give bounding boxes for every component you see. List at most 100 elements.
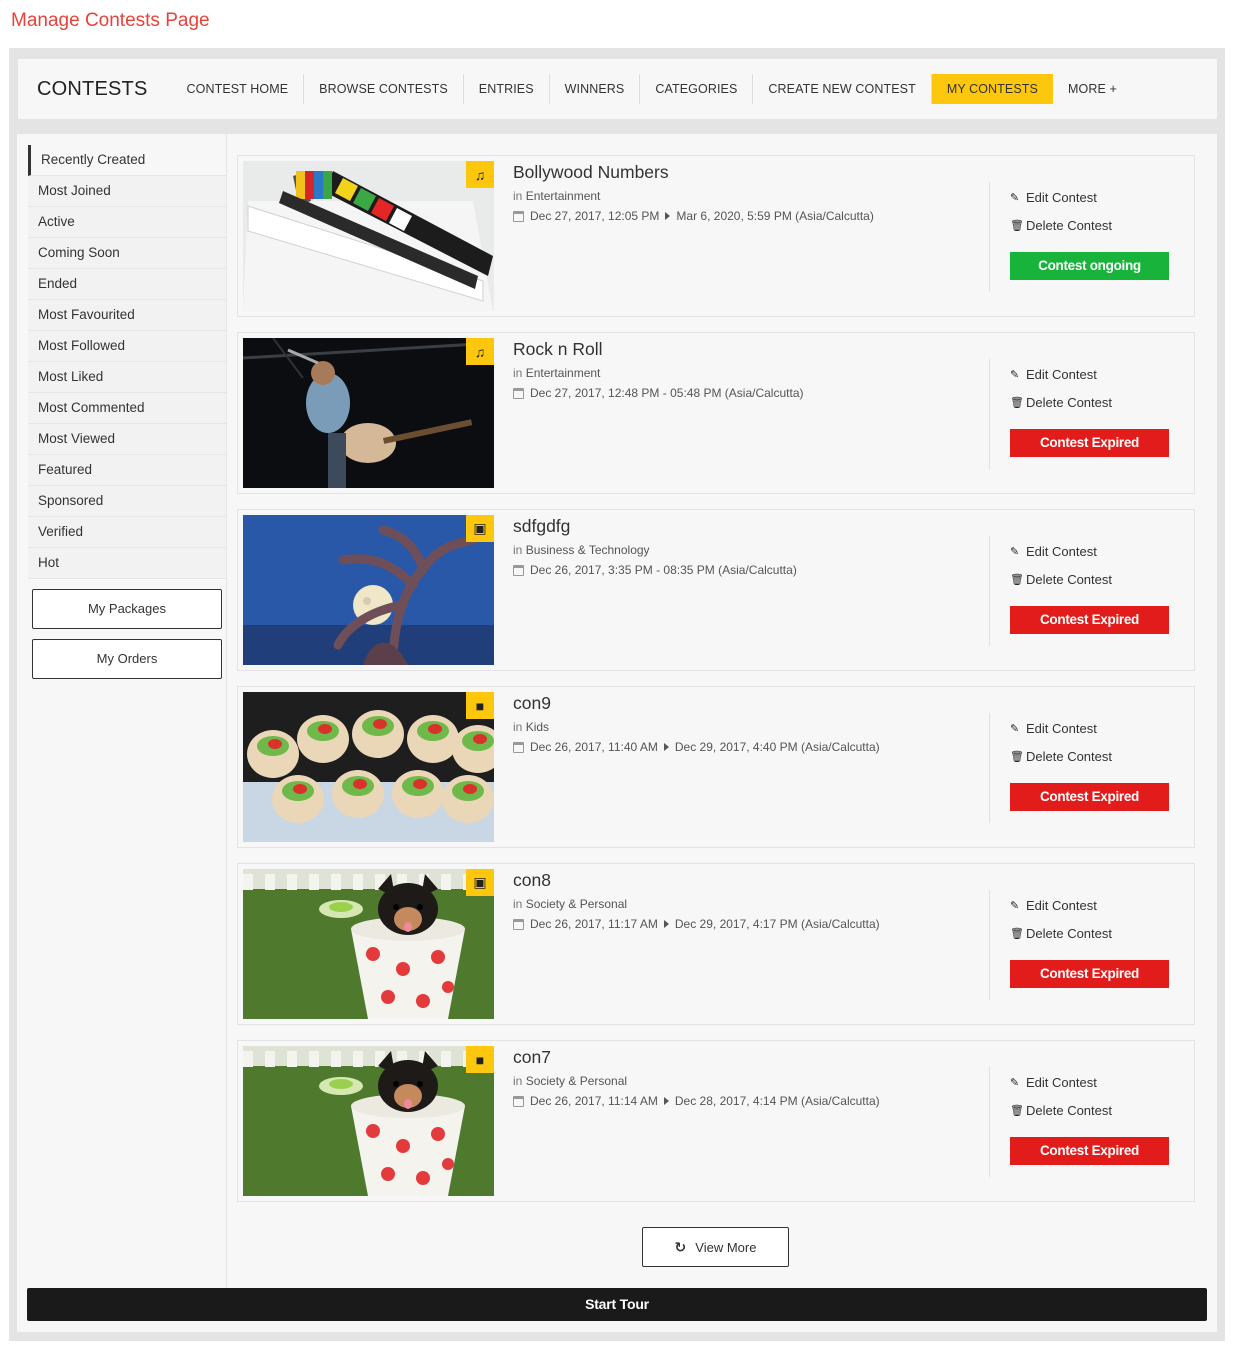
- sidebar-item-hot[interactable]: Hot: [28, 548, 226, 579]
- start-date: Dec 26, 2017, 3:35 PM: [530, 563, 653, 577]
- start-tour-button[interactable]: Start Tour: [27, 1288, 1207, 1321]
- nav-item-more[interactable]: MORE +: [1053, 74, 1132, 104]
- delete-contest-link[interactable]: 🗑 Delete Contest: [1010, 749, 1169, 777]
- contest-actions: ✎ Edit Contest 🗑 Delete Contest Contest …: [1010, 544, 1169, 634]
- end-date: Mar 6, 2020, 5:59 PM (Asia/Calcutta): [676, 209, 874, 223]
- delete-contest-label: Delete Contest: [1026, 1103, 1112, 1118]
- trash-icon: 🗑: [1010, 397, 1024, 409]
- contest-thumbnail[interactable]: ♫: [243, 161, 494, 311]
- category-link[interactable]: Business & Technology: [526, 543, 650, 557]
- nav-item-contest-home[interactable]: CONTEST HOME: [172, 74, 305, 104]
- calendar-icon: [513, 210, 524, 222]
- edit-contest-label: Edit Contest: [1026, 367, 1097, 382]
- sidebar-item-featured[interactable]: Featured: [28, 455, 226, 486]
- delete-contest-link[interactable]: 🗑 Delete Contest: [1010, 926, 1169, 954]
- contest-title[interactable]: con9: [513, 693, 880, 714]
- view-more-button[interactable]: ↻ View More: [642, 1227, 789, 1267]
- category-link[interactable]: Kids: [526, 720, 549, 734]
- contest-status-button[interactable]: Contest Expired: [1010, 783, 1169, 811]
- nav-item-my-contests[interactable]: MY CONTESTS: [931, 74, 1053, 104]
- sidebar-item-most-liked[interactable]: Most Liked: [28, 362, 226, 393]
- contest-dates: Dec 26, 2017, 11:14 AM Dec 28, 2017, 4:1…: [513, 1094, 880, 1108]
- arrow-right-icon: [663, 743, 669, 751]
- nav-item-winners[interactable]: WINNERS: [550, 74, 641, 104]
- contest-title[interactable]: Rock n Roll: [513, 339, 803, 360]
- contest-status-button[interactable]: Contest Expired: [1010, 1137, 1169, 1165]
- contest-status-button[interactable]: Contest ongoing: [1010, 252, 1169, 280]
- delete-contest-link[interactable]: 🗑 Delete Contest: [1010, 218, 1169, 246]
- contest-thumbnail[interactable]: ■: [243, 1046, 494, 1196]
- nav-item-browse-contests[interactable]: BROWSE CONTESTS: [304, 74, 464, 104]
- sidebar-item-sponsored[interactable]: Sponsored: [28, 486, 226, 517]
- edit-contest-link[interactable]: ✎ Edit Contest: [1010, 721, 1169, 749]
- category-prefix: in: [513, 189, 523, 203]
- start-date: Dec 27, 2017, 12:05 PM: [530, 209, 660, 223]
- contest-status-button[interactable]: Contest Expired: [1010, 429, 1169, 457]
- music-icon: ♫: [466, 338, 494, 365]
- nav-item-create-new-contest[interactable]: CREATE NEW CONTEST: [753, 74, 932, 104]
- contest-title[interactable]: con7: [513, 1047, 880, 1068]
- pencil-icon: ✎: [1010, 900, 1020, 912]
- category-link[interactable]: Society & Personal: [526, 897, 627, 911]
- sidebar-item-most-viewed[interactable]: Most Viewed: [28, 424, 226, 455]
- end-date: Dec 29, 2017, 4:17 PM (Asia/Calcutta): [674, 917, 880, 931]
- contest-title[interactable]: sdfgdfg: [513, 516, 797, 537]
- brand-title[interactable]: CONTESTS: [37, 78, 148, 101]
- nav-item-categories[interactable]: CATEGORIES: [640, 74, 754, 104]
- contest-title[interactable]: con8: [513, 870, 880, 891]
- contest-title[interactable]: Bollywood Numbers: [513, 162, 874, 183]
- sidebar-item-most-joined[interactable]: Most Joined: [28, 176, 226, 207]
- contest-dates: Dec 27, 2017, 12:48 PM - 05:48 PM (Asia/…: [513, 386, 803, 400]
- category-link[interactable]: Entertainment: [526, 366, 601, 380]
- contest-dates: Dec 26, 2017, 3:35 PM - 08:35 PM (Asia/C…: [513, 563, 797, 577]
- contest-info: con8 in Society & Personal Dec 26, 2017,…: [513, 870, 880, 931]
- card-divider: [989, 359, 990, 469]
- contest-thumbnail[interactable]: ▣: [243, 869, 494, 1019]
- trash-icon: 🗑: [1010, 928, 1024, 940]
- contest-info: Rock n Roll in Entertainment Dec 27, 201…: [513, 339, 803, 400]
- my-packages-button[interactable]: My Packages: [32, 589, 222, 629]
- sidebar-item-most-followed[interactable]: Most Followed: [28, 331, 226, 362]
- contest-status-button[interactable]: Contest Expired: [1010, 960, 1169, 988]
- edit-contest-link[interactable]: ✎ Edit Contest: [1010, 898, 1169, 926]
- start-date: Dec 26, 2017, 11:17 AM: [530, 917, 658, 931]
- contest-info: con9 in Kids Dec 26, 2017, 11:40 AM Dec …: [513, 693, 880, 754]
- card-divider: [989, 713, 990, 823]
- calendar-icon: [513, 387, 524, 399]
- edit-contest-label: Edit Contest: [1026, 1075, 1097, 1090]
- edit-contest-link[interactable]: ✎ Edit Contest: [1010, 190, 1169, 218]
- delete-contest-link[interactable]: 🗑 Delete Contest: [1010, 1103, 1169, 1131]
- delete-contest-link[interactable]: 🗑 Delete Contest: [1010, 572, 1169, 600]
- trash-icon: 🗑: [1010, 574, 1024, 586]
- category-link[interactable]: Entertainment: [526, 189, 601, 203]
- sidebar: Recently Created Most Joined Active Coming …: [28, 145, 226, 679]
- contest-category: in Kids: [513, 720, 880, 734]
- contest-thumbnail[interactable]: ♫: [243, 338, 494, 488]
- contest-card: ▣ sdfgdfg in Business & Technology Dec 2…: [237, 509, 1195, 671]
- sidebar-item-recently-created[interactable]: Recently Created: [28, 145, 226, 176]
- category-prefix: in: [513, 1074, 523, 1088]
- my-orders-button[interactable]: My Orders: [32, 639, 222, 679]
- sidebar-item-coming-soon[interactable]: Coming Soon: [28, 238, 226, 269]
- category-link[interactable]: Society & Personal: [526, 1074, 627, 1088]
- end-date: Dec 28, 2017, 4:14 PM (Asia/Calcutta): [674, 1094, 880, 1108]
- sidebar-item-ended[interactable]: Ended: [28, 269, 226, 300]
- sidebar-item-active[interactable]: Active: [28, 207, 226, 238]
- sidebar-item-verified[interactable]: Verified: [28, 517, 226, 548]
- contest-status-button[interactable]: Contest Expired: [1010, 606, 1169, 634]
- start-date: Dec 26, 2017, 11:14 AM: [530, 1094, 658, 1108]
- edit-contest-link[interactable]: ✎ Edit Contest: [1010, 1075, 1169, 1103]
- card-divider: [989, 1067, 990, 1177]
- nav-item-entries[interactable]: ENTRIES: [464, 74, 550, 104]
- contest-thumbnail[interactable]: ■: [243, 692, 494, 842]
- page-title: Manage Contests Page: [11, 10, 210, 31]
- edit-contest-link[interactable]: ✎ Edit Contest: [1010, 544, 1169, 572]
- contest-thumbnail[interactable]: ▣: [243, 515, 494, 665]
- contest-info: con7 in Society & Personal Dec 26, 2017,…: [513, 1047, 880, 1108]
- sidebar-item-most-commented[interactable]: Most Commented: [28, 393, 226, 424]
- delete-contest-link[interactable]: 🗑 Delete Contest: [1010, 395, 1169, 423]
- sidebar-item-most-favourited[interactable]: Most Favourited: [28, 300, 226, 331]
- sidebar-divider: [226, 134, 227, 1288]
- delete-contest-label: Delete Contest: [1026, 218, 1112, 233]
- edit-contest-link[interactable]: ✎ Edit Contest: [1010, 367, 1169, 395]
